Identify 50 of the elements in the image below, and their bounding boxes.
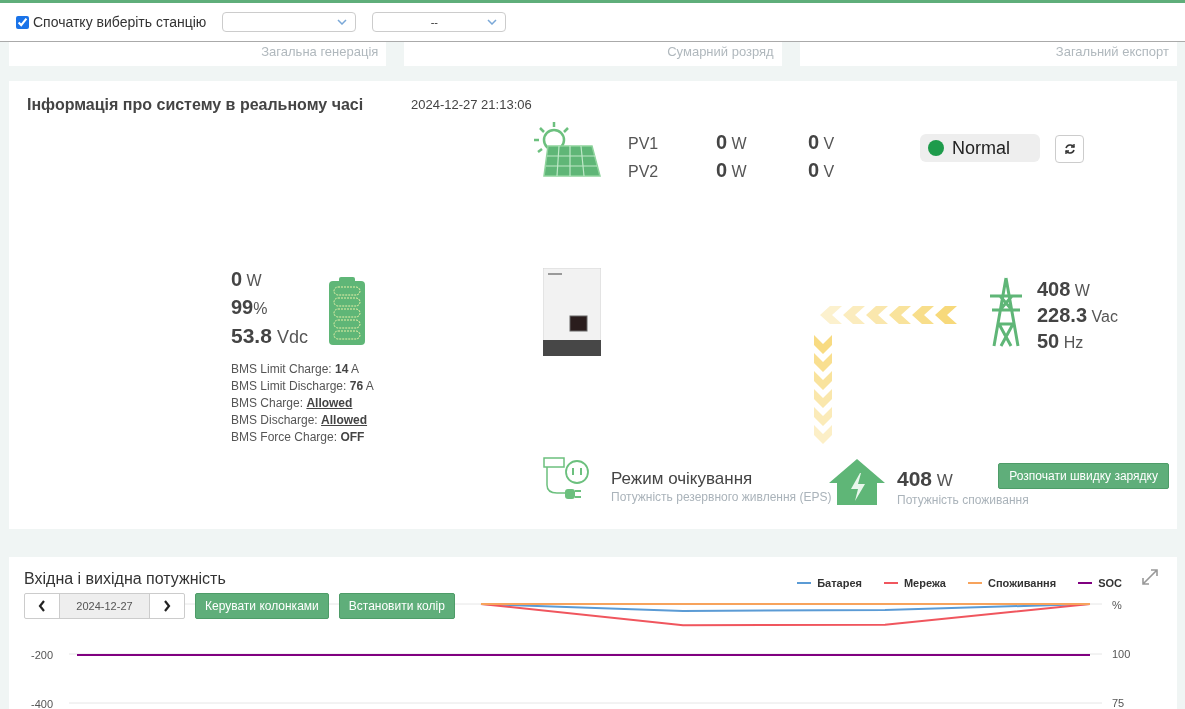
pv-voltage: 0 V [808, 130, 835, 155]
grid-reading: 50 Hz [1037, 329, 1085, 354]
expand-icon[interactable] [1140, 567, 1160, 587]
chart-title: Вхідна і вихідна потужність [24, 569, 226, 589]
bms-line: BMS Limit Discharge: 76 A [231, 378, 374, 395]
axis-tick: 75 [1112, 696, 1125, 709]
pv-label: PV2 [628, 162, 660, 182]
chevron-down-icon [337, 19, 348, 25]
battery-icon [329, 277, 365, 345]
date-picker[interactable]: 2024-12-27 [24, 593, 185, 619]
timestamp: 2024-12-27 21:13:06 [411, 96, 532, 114]
battery-power: 0 W [231, 267, 262, 292]
load-label: Потужність споживання [897, 492, 1029, 509]
axis-tick: % [1112, 598, 1122, 613]
legend-item[interactable]: Споживання [968, 575, 1057, 592]
grid-reading: 228.3 Vac [1037, 303, 1118, 328]
stat-label: Загальний експорт [1055, 43, 1169, 61]
station-select[interactable]: -- [372, 12, 507, 32]
pv-voltage: 0 V [808, 158, 835, 183]
eps-label: Потужність резервного живлення (EPS) [611, 489, 832, 506]
pv-power: 0 W [716, 130, 748, 155]
bms-line: BMS Limit Charge: 14 A [231, 361, 361, 378]
stat-label: Загальна генерація [261, 43, 379, 61]
station-checkbox[interactable]: Спочатку виберіть станцію [16, 11, 207, 33]
legend-item[interactable]: Батарея [797, 575, 862, 592]
bms-line: BMS Charge: Allowed [231, 395, 354, 412]
legend-item[interactable]: SOC [1078, 575, 1122, 592]
axis-tick: -400 [31, 697, 54, 709]
eps-mode: Режим очікування [611, 468, 753, 490]
bms-line: BMS Discharge: Allowed [231, 412, 369, 429]
chevron-right-icon [163, 600, 171, 612]
bms-line: BMS Force Charge: OFF [231, 429, 366, 446]
grid-reading: 408 W [1037, 277, 1091, 302]
axis-tick: 100 [1112, 647, 1131, 662]
battery-voltage: 53.8 Vdc [231, 323, 308, 349]
status-pill: Normal [920, 134, 1040, 162]
battery-soc: 99% [231, 295, 268, 320]
section-title: Інформація про систему в реальному часі [27, 95, 364, 115]
axis-tick: -200 [31, 647, 54, 663]
chevron-left-icon [38, 600, 46, 612]
refresh-button[interactable] [1055, 135, 1084, 163]
legend-item[interactable]: Мережа [883, 575, 946, 592]
load-power: 408 W [897, 466, 953, 492]
pv-power: 0 W [716, 158, 748, 183]
station-checkbox-input[interactable] [16, 15, 29, 29]
refresh-icon [1063, 143, 1076, 155]
pv-label: PV1 [628, 134, 660, 154]
stat-label: Сумарний розряд [667, 43, 774, 61]
date-field: 2024-12-27 [59, 594, 150, 618]
chevron-down-icon [487, 19, 498, 25]
